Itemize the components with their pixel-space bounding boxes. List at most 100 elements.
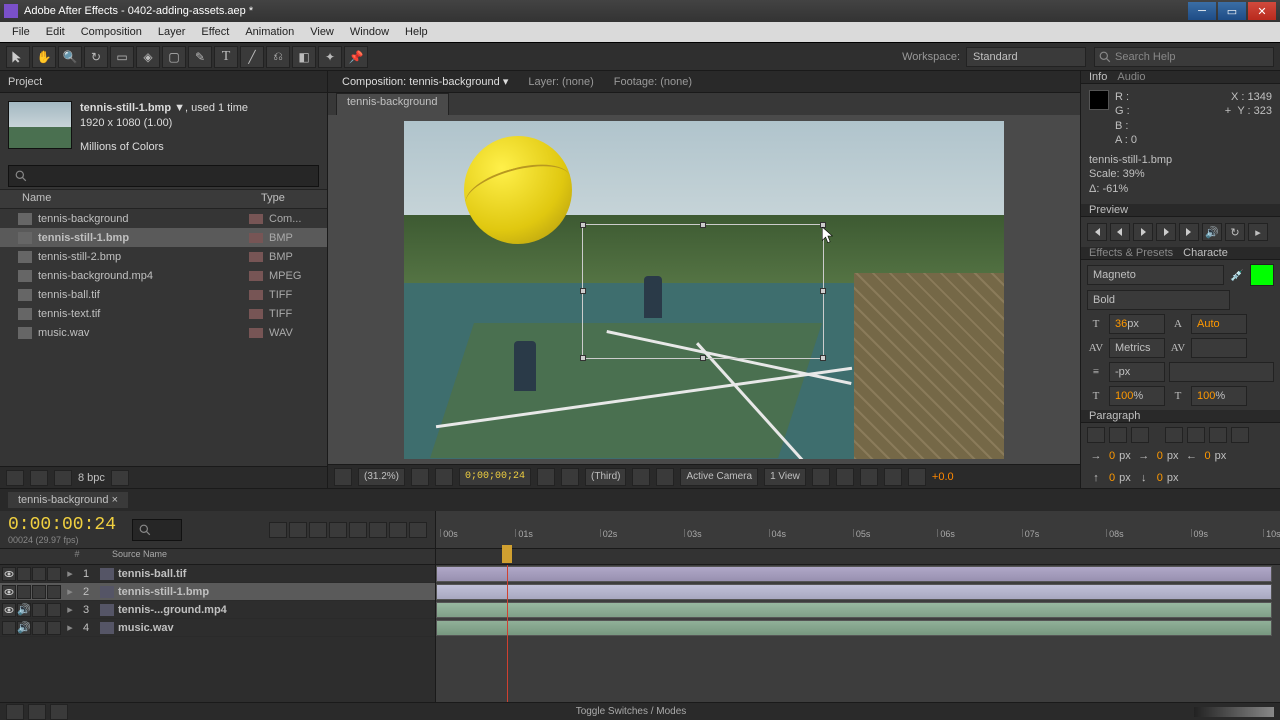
leading-input[interactable]: Auto (1191, 314, 1247, 334)
layer-bar[interactable] (436, 620, 1272, 636)
composition-viewer[interactable] (328, 115, 1080, 464)
minimize-button[interactable]: ─ (1188, 2, 1216, 20)
eraser-tool[interactable]: ◧ (292, 46, 316, 68)
layer-row[interactable]: ▸1tennis-ball.tif (0, 565, 435, 583)
time-ruler[interactable]: 00s 01s 02s 03s 04s 05s 06s 07s 08s 09s … (436, 511, 1280, 548)
menu-file[interactable]: File (4, 24, 38, 40)
project-item[interactable]: tennis-still-1.bmpBMP (0, 228, 327, 247)
column-type[interactable]: Type (253, 190, 293, 208)
delete-icon[interactable] (111, 470, 129, 486)
project-item[interactable]: tennis-still-2.bmpBMP (0, 247, 327, 266)
playhead[interactable] (507, 565, 508, 702)
comp-sub-tab[interactable]: tennis-background (336, 93, 449, 115)
camera-dropdown[interactable]: Active Camera (680, 468, 758, 486)
flowchart-icon[interactable] (884, 468, 902, 486)
resolution-icon[interactable] (411, 468, 429, 486)
workspace-select[interactable]: Standard (966, 47, 1086, 67)
quality-dropdown[interactable]: (Third) (585, 468, 626, 486)
justify-left-icon[interactable] (1165, 427, 1183, 443)
view-count-dropdown[interactable]: 1 View (764, 468, 806, 486)
column-name[interactable]: Name (18, 190, 233, 208)
source-name-column[interactable]: Source Name (90, 549, 435, 564)
character-tab[interactable]: Characte (1183, 247, 1228, 259)
zoom-dropdown[interactable]: (31.2%) (358, 468, 405, 486)
autokeyframe-icon[interactable] (389, 522, 407, 538)
pen-tool[interactable]: ✎ (188, 46, 212, 68)
toggle-switches-button[interactable]: Toggle Switches / Modes (72, 706, 1190, 717)
font-family-dropdown[interactable]: Magneto (1087, 265, 1224, 285)
align-center-icon[interactable] (1109, 427, 1127, 443)
rotation-tool[interactable]: ↻ (84, 46, 108, 68)
project-item[interactable]: tennis-text.tifTIFF (0, 304, 327, 323)
eye-icon[interactable] (2, 603, 16, 617)
snapshot-icon[interactable] (537, 468, 555, 486)
speaker-icon[interactable]: 🔊 (17, 621, 31, 635)
shy-icon[interactable] (309, 522, 327, 538)
maximize-button[interactable]: ▭ (1218, 2, 1246, 20)
layer-bar[interactable] (436, 566, 1272, 582)
layer-selection-box[interactable] (582, 224, 824, 359)
audio-tab[interactable]: Audio (1117, 71, 1145, 83)
viewer-timecode[interactable]: 0;00;00;24 (459, 468, 531, 486)
current-timecode[interactable]: 0:00:00:24 (0, 515, 124, 535)
interpret-footage-icon[interactable] (6, 470, 24, 486)
channels-icon[interactable] (561, 468, 579, 486)
eye-icon[interactable] (2, 585, 16, 599)
grid-icon[interactable] (435, 468, 453, 486)
eyedropper-icon[interactable]: 💉 (1228, 266, 1246, 284)
project-search-input[interactable] (8, 165, 319, 187)
pan-behind-tool[interactable]: ◈ (136, 46, 160, 68)
exposure-reset-icon[interactable] (908, 468, 926, 486)
clone-tool[interactable]: ⎌ (266, 46, 290, 68)
region-icon[interactable] (632, 468, 650, 486)
speaker-icon[interactable]: 🔊 (17, 603, 31, 617)
rectangle-tool[interactable]: ▢ (162, 46, 186, 68)
bpc-label[interactable]: 8 bpc (78, 472, 105, 484)
tl-footer-icon[interactable] (28, 704, 46, 720)
layer-row[interactable]: ▸2tennis-still-1.bmp (0, 583, 435, 601)
vscale-input[interactable]: 100 % (1109, 386, 1165, 406)
timeline-search[interactable] (132, 519, 182, 541)
camera-tool[interactable]: ▭ (110, 46, 134, 68)
ram-preview-button[interactable]: ▸ (1248, 223, 1268, 241)
project-item[interactable]: music.wavWAV (0, 323, 327, 342)
menu-composition[interactable]: Composition (73, 24, 150, 40)
preview-tab[interactable]: Preview (1089, 204, 1128, 216)
transparency-icon[interactable] (656, 468, 674, 486)
layer-tab[interactable]: Layer: (none) (518, 71, 603, 92)
hand-tool[interactable]: ✋ (32, 46, 56, 68)
menu-help[interactable]: Help (397, 24, 436, 40)
project-tab[interactable]: Project (0, 71, 327, 93)
search-help-input[interactable]: Search Help (1094, 47, 1274, 67)
exposure-value[interactable]: +0.0 (932, 471, 954, 483)
next-frame-button[interactable] (1156, 223, 1176, 241)
hscale-input[interactable]: 100 % (1191, 386, 1247, 406)
align-left-icon[interactable] (1087, 427, 1105, 443)
pixel-aspect-icon[interactable] (812, 468, 830, 486)
kerning-dropdown[interactable]: Metrics (1109, 338, 1165, 358)
font-size-input[interactable]: 36 px (1109, 314, 1165, 334)
effects-presets-tab[interactable]: Effects & Presets (1089, 247, 1173, 259)
zoom-slider[interactable] (1194, 707, 1274, 717)
fill-color-swatch[interactable] (1250, 264, 1274, 286)
layer-row[interactable]: 🔊 ▸3tennis-...ground.mp4 (0, 601, 435, 619)
puppet-tool[interactable]: 📌 (344, 46, 368, 68)
prev-frame-button[interactable] (1110, 223, 1130, 241)
last-frame-button[interactable] (1179, 223, 1199, 241)
eye-icon[interactable] (2, 567, 16, 581)
paragraph-tab[interactable]: Paragraph (1089, 410, 1140, 422)
layer-bar[interactable] (436, 584, 1272, 600)
timeline-tab[interactable]: tennis-background × (8, 492, 128, 508)
timeline-icon[interactable] (860, 468, 878, 486)
comp-mini-flowchart-icon[interactable] (269, 522, 287, 538)
layer-row[interactable]: 🔊 ▸4music.wav (0, 619, 435, 637)
menu-effect[interactable]: Effect (193, 24, 237, 40)
composition-tab[interactable]: Composition: tennis-background ▾ (332, 71, 518, 92)
new-folder-icon[interactable] (30, 470, 48, 486)
tl-footer-icon[interactable] (6, 704, 24, 720)
justify-center-icon[interactable] (1187, 427, 1205, 443)
stroke-over-dropdown[interactable] (1169, 362, 1274, 382)
loop-icon[interactable]: ↻ (1225, 223, 1245, 241)
info-tab[interactable]: Info (1089, 71, 1107, 83)
project-item[interactable]: tennis-backgroundCom... (0, 209, 327, 228)
